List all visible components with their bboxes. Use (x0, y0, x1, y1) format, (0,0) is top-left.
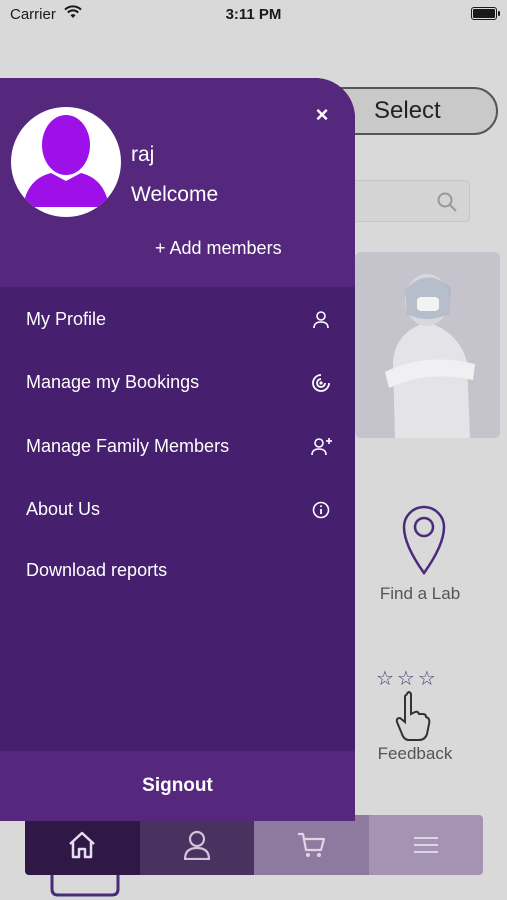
user-name: raj (131, 143, 155, 166)
menu-item-label: About Us (26, 499, 101, 519)
status-time: 3:11 PM (225, 6, 282, 23)
tab-cart[interactable] (254, 815, 369, 875)
avatar[interactable] (11, 107, 121, 217)
find-lab-label[interactable]: Find a Lab (360, 584, 480, 604)
tab-menu[interactable] (368, 815, 483, 875)
menu-item-manage-family[interactable]: Manage Family Members (0, 414, 355, 466)
signout-button[interactable]: Signout (0, 751, 355, 821)
user-silhouette-icon (23, 115, 109, 207)
rating-stars-icon: ☆☆☆ (376, 668, 439, 690)
side-drawer: × raj Welcome + Add members My Profile M… (0, 78, 355, 821)
menu-item-about-us[interactable]: About Us (0, 477, 355, 529)
location-pin-icon[interactable] (402, 505, 446, 580)
search-icon (437, 192, 457, 217)
menu-item-manage-bookings[interactable]: Manage my Bookings (0, 350, 355, 402)
home-icon (69, 831, 96, 859)
promo-banner-image[interactable] (355, 252, 500, 438)
menu-item-my-profile[interactable]: My Profile (0, 287, 355, 339)
menu-item-label: Download reports (26, 560, 168, 580)
feedback-label[interactable]: Feedback (355, 744, 475, 764)
close-button[interactable]: × (310, 104, 334, 128)
menu-item-label: Manage Family Members (26, 436, 230, 456)
menu-item-label: My Profile (26, 309, 107, 329)
person-icon (183, 830, 210, 860)
bottom-tab-bar (25, 815, 483, 875)
person-icon (310, 309, 332, 331)
drawer-header: × raj Welcome + Add members (0, 78, 355, 287)
battery-icon (471, 7, 500, 20)
tab-home[interactable] (25, 815, 140, 875)
ppe-worker-illustration (355, 252, 500, 438)
bookings-icon (310, 372, 332, 394)
tab-profile[interactable] (139, 815, 254, 875)
info-icon (310, 499, 332, 521)
hamburger-icon (413, 837, 438, 853)
cart-icon (298, 832, 326, 857)
add-person-icon (310, 436, 332, 458)
add-members-button[interactable]: + Add members (155, 238, 282, 259)
hand-pointer-icon (395, 690, 431, 747)
menu-item-label: Manage my Bookings (26, 372, 200, 392)
status-bar: Carrier 3:11 PM (0, 0, 507, 30)
welcome-text: Welcome (131, 183, 219, 206)
menu-item-download-reports[interactable]: Download reports (0, 538, 355, 590)
